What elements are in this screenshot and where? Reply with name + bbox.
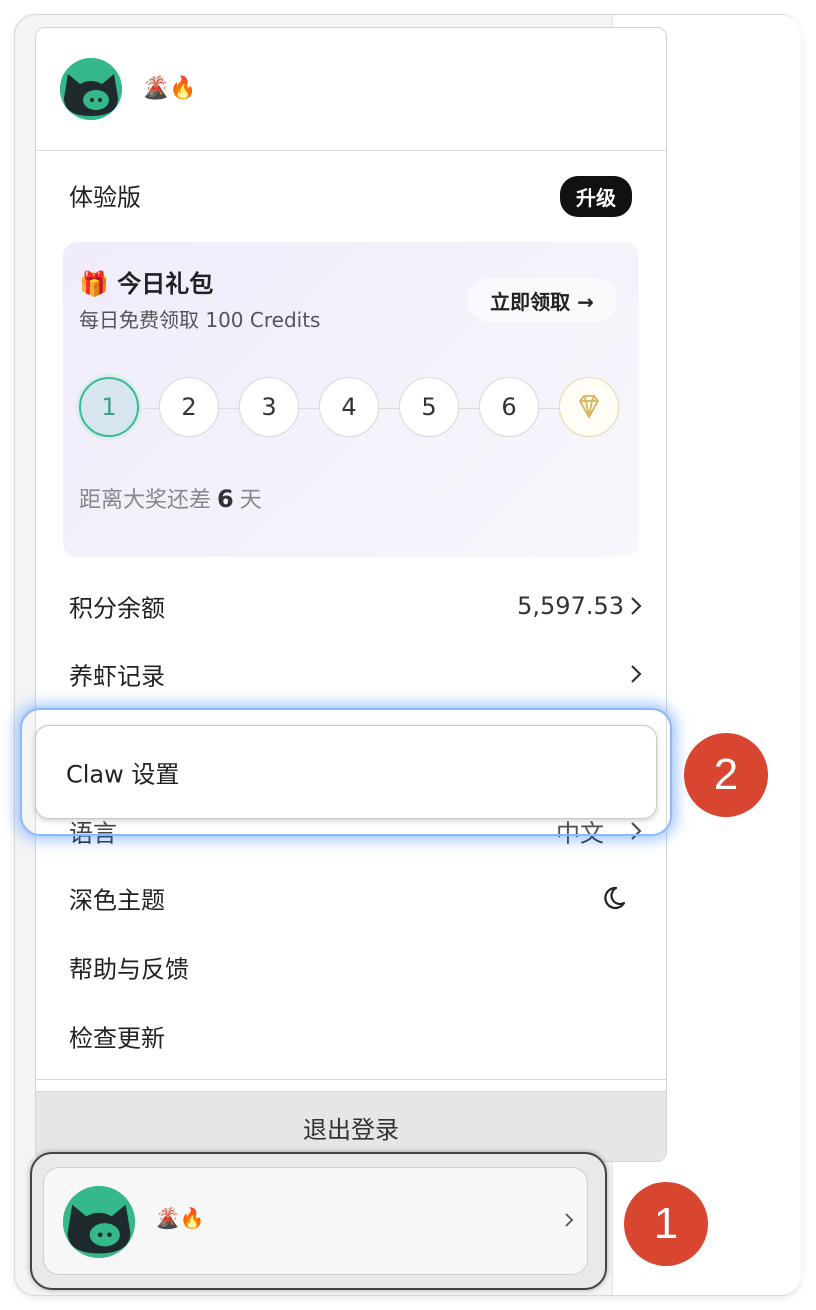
daily-gift-card: 🎁 今日礼包 每日免费领取 100 Credits 立即领取 → 1 2 3 4… xyxy=(63,242,639,557)
chevron-right-icon xyxy=(631,597,642,615)
claw-settings-label: Claw 设置 xyxy=(66,760,180,789)
step-marker-2: 2 xyxy=(684,733,768,817)
cat-avatar-icon xyxy=(63,1186,135,1258)
records-label: 养虾记录 xyxy=(69,662,165,691)
records-row[interactable]: 养虾记录 xyxy=(36,646,666,702)
claim-button[interactable]: 立即领取 → xyxy=(467,278,617,322)
step-5: 5 xyxy=(399,377,459,437)
gift-icon: 🎁 xyxy=(79,270,109,298)
chevron-right-icon xyxy=(631,665,642,683)
step-3: 3 xyxy=(239,377,299,437)
avatar xyxy=(60,58,122,120)
user-profile-button[interactable]: 🌋🔥 xyxy=(43,1167,588,1275)
avatar xyxy=(63,1186,135,1258)
menu-header: 🌋🔥 xyxy=(36,28,666,151)
cat-avatar-icon xyxy=(60,58,122,120)
step-1: 1 xyxy=(79,377,139,437)
dark-theme-row[interactable]: 深色主题 xyxy=(36,870,666,926)
moon-icon[interactable] xyxy=(604,884,632,912)
credits-value: 5,597.53 xyxy=(517,592,624,620)
credits-row[interactable]: 积分余额 5,597.53 xyxy=(36,578,666,634)
countdown-value: 6 xyxy=(217,485,234,513)
help-label: 帮助与反馈 xyxy=(69,955,189,984)
upgrade-button[interactable]: 升级 xyxy=(560,176,632,217)
check-update-row[interactable]: 检查更新 xyxy=(36,1008,666,1064)
countdown-text: 距离大奖还差 6 天 xyxy=(79,482,262,514)
gift-title-text: 今日礼包 xyxy=(117,270,214,298)
username-emoji: 🌋🔥 xyxy=(142,76,197,101)
diamond-icon xyxy=(579,395,599,418)
countdown-prefix: 距离大奖还差 xyxy=(79,488,212,513)
step-4: 4 xyxy=(319,377,379,437)
gift-title: 🎁 今日礼包 xyxy=(79,264,213,299)
gift-subtitle: 每日免费领取 100 Credits xyxy=(79,308,321,332)
help-feedback-row[interactable]: 帮助与反馈 xyxy=(36,939,666,995)
chevron-right-icon xyxy=(565,1213,574,1227)
user-menu-popover: 🌋🔥 体验版 升级 🎁 今日礼包 每日免费领取 100 Credits 立即领取… xyxy=(35,27,667,1162)
step-2: 2 xyxy=(159,377,219,437)
username-emoji: 🌋🔥 xyxy=(155,1206,205,1230)
claw-settings-item[interactable]: Claw 设置 xyxy=(35,725,657,819)
plan-label: 体验版 xyxy=(69,183,141,212)
divider xyxy=(36,1079,666,1080)
countdown-suffix: 天 xyxy=(239,488,262,513)
step-marker-1: 1 xyxy=(624,1182,708,1266)
credits-label: 积分余额 xyxy=(69,594,165,623)
grand-prize-step xyxy=(559,377,619,437)
step-6: 6 xyxy=(479,377,539,437)
update-label: 检查更新 xyxy=(69,1024,165,1053)
dark-theme-label: 深色主题 xyxy=(69,886,165,915)
